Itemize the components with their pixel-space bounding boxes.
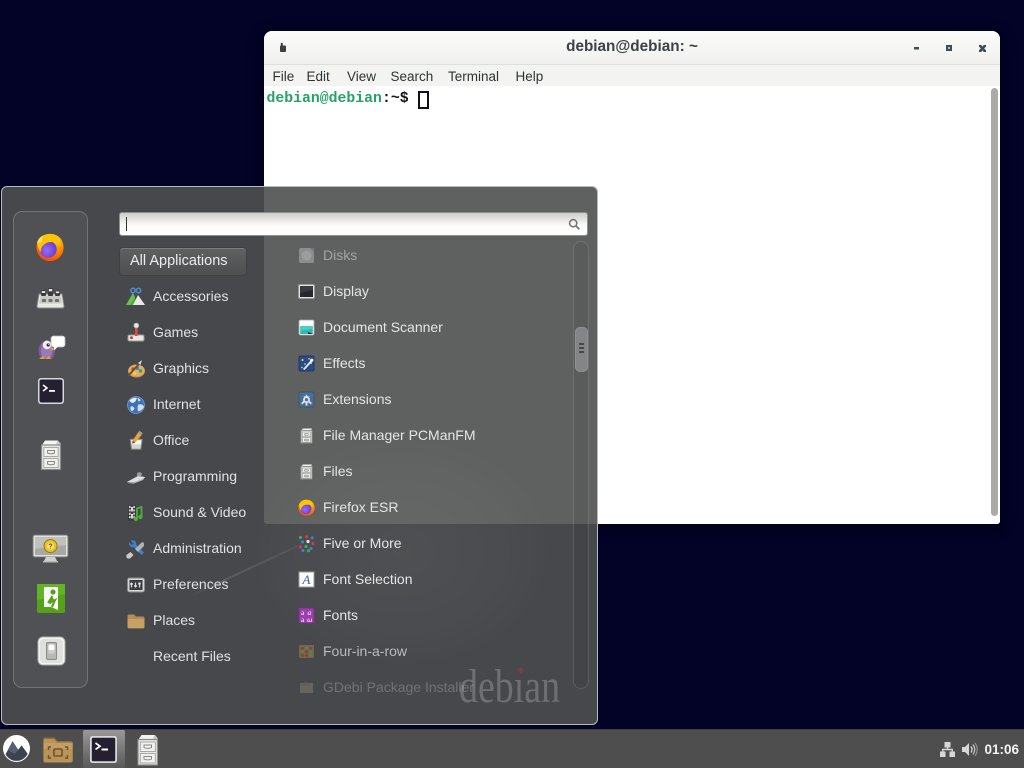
svg-text:?: ? <box>48 544 52 551</box>
svg-text:ω: ω <box>307 615 312 624</box>
svg-text:A: A <box>302 572 311 587</box>
